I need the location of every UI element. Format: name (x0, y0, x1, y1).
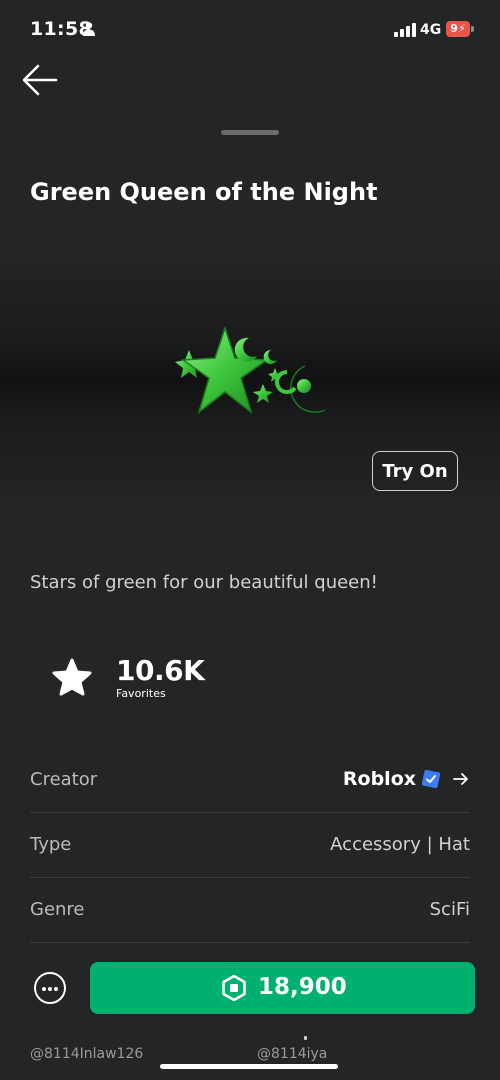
favorites-label: Favorites (116, 687, 166, 700)
battery-level: 9⚡ (450, 22, 466, 35)
type-label: Type (30, 834, 72, 855)
genre-label: Genre (30, 899, 85, 920)
network-type: 4G (420, 22, 442, 38)
text-fragment (304, 1036, 307, 1040)
back-arrow-icon (22, 64, 58, 96)
status-bar: 11:58 4G 9⚡ (0, 0, 500, 60)
item-image (175, 325, 326, 415)
sheet-drag-handle[interactable] (221, 130, 279, 135)
genre-value: SciFi (429, 899, 470, 920)
watermark-right: @8114iya (257, 1046, 328, 1062)
try-on-button[interactable]: Try On (372, 451, 458, 491)
detail-row-genre: Genre SciFi (30, 878, 470, 943)
watermark-left: @8114Inlaw126 (30, 1046, 144, 1062)
person-icon (83, 22, 95, 36)
favorites-count: 10.6K (116, 654, 205, 687)
battery-icon: 9⚡ (446, 21, 474, 37)
item-description: Stars of green for our beautiful queen! (30, 572, 378, 593)
buy-button[interactable]: 18,900 (90, 962, 475, 1014)
detail-row-creator[interactable]: Creator Roblox (30, 748, 470, 813)
back-button[interactable] (18, 60, 62, 100)
robux-icon (222, 975, 246, 1001)
favorite-star-icon[interactable] (52, 658, 92, 696)
price-value: 18,900 (258, 974, 347, 1000)
creator-name[interactable]: Roblox (343, 768, 416, 790)
home-indicator[interactable] (160, 1064, 338, 1069)
detail-row-type: Type Accessory | Hat (30, 813, 470, 878)
cellular-signal-icon (394, 23, 416, 37)
arrow-right-icon[interactable] (452, 771, 470, 787)
type-value: Accessory | Hat (330, 834, 470, 855)
verified-badge-icon (422, 770, 440, 788)
more-options-button[interactable] (34, 972, 66, 1004)
item-title: Green Queen of the Night (30, 178, 378, 206)
creator-label: Creator (30, 769, 98, 790)
